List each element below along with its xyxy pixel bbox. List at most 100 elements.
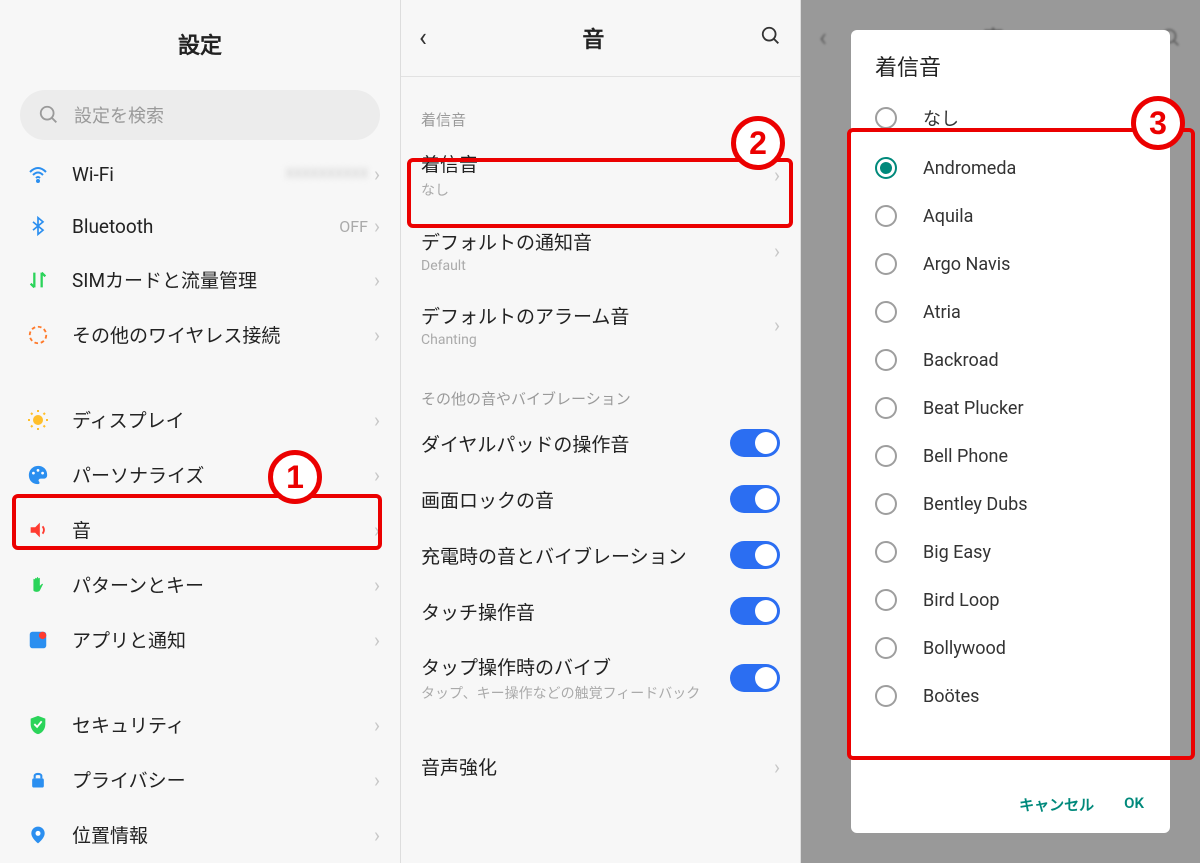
annotation-badge-2: 2 <box>731 116 785 170</box>
settings-item-sim[interactable]: SIMカードと流量管理 › <box>0 252 400 307</box>
settings-item-apps[interactable]: アプリと通知 › <box>0 612 400 667</box>
chevron-right-icon: › <box>374 713 380 737</box>
ringtone-option[interactable]: Beat Plucker <box>851 384 1170 432</box>
apps-icon <box>27 629 49 651</box>
chevron-right-icon: › <box>374 162 380 186</box>
annotation-badge-3: 3 <box>1131 96 1185 150</box>
radio-icon <box>875 107 897 129</box>
ringtone-option[interactable]: Backroad <box>851 336 1170 384</box>
radio-icon <box>875 541 897 563</box>
ringtone-option[interactable]: Atria <box>851 288 1170 336</box>
settings-item-pattern[interactable]: パターンとキー › <box>0 557 400 612</box>
ringtone-option-list: なし Andromeda Aquila Argo Navis Atria Backroad… <box>851 92 1170 780</box>
ringtone-option[interactable]: Argo Navis <box>851 240 1170 288</box>
chevron-right-icon: › <box>374 518 380 542</box>
ringtone-option-label: Boötes <box>923 686 979 707</box>
hand-icon <box>27 574 49 596</box>
radio-icon <box>875 685 897 707</box>
chevron-right-icon: › <box>374 214 380 238</box>
settings-item-location[interactable]: 位置情報 › <box>0 807 400 862</box>
sound-icon <box>27 519 49 541</box>
settings-item-wireless[interactable]: その他のワイヤレス接続 › <box>0 307 400 362</box>
cancel-button[interactable]: キャンセル <box>1019 794 1094 815</box>
ringtone-option-label: Bell Phone <box>923 446 1008 467</box>
ok-button[interactable]: OK <box>1124 794 1144 815</box>
search-icon <box>760 25 782 47</box>
settings-item-bluetooth[interactable]: Bluetooth OFF › <box>0 200 400 252</box>
settings-item-personalize[interactable]: パーソナライズ › <box>0 447 400 502</box>
sound-item-alarm[interactable]: デフォルトのアラーム音 Chanting › <box>401 288 800 362</box>
lock-icon <box>28 769 48 791</box>
settings-item-security[interactable]: セキュリティ › <box>0 697 400 752</box>
settings-panel: 設定 設定を検索 Wi-Fi XXXXXXXXXX › Bluetooth OF… <box>0 0 400 863</box>
radio-icon <box>875 253 897 275</box>
radio-icon <box>875 349 897 371</box>
sim-icon <box>27 269 49 291</box>
page-title: 設定 <box>0 0 400 80</box>
chevron-right-icon: › <box>774 239 780 263</box>
page-title: 音 <box>427 22 760 54</box>
sound-item-charge[interactable]: 充電時の音とバイブレーション <box>401 527 800 583</box>
ringtone-option-label: Bentley Dubs <box>923 494 1028 515</box>
ringtone-option[interactable]: Bell Phone <box>851 432 1170 480</box>
ringtone-option-label: Backroad <box>923 350 999 371</box>
radio-icon <box>875 589 897 611</box>
ringtone-option[interactable]: なし <box>851 92 1170 144</box>
toggle-switch[interactable] <box>730 541 780 569</box>
ringtone-option-label: Beat Plucker <box>923 398 1024 419</box>
wifi-icon <box>26 162 50 186</box>
ringtone-option[interactable]: Andromeda <box>851 144 1170 192</box>
personalize-icon <box>27 464 49 486</box>
toggle-switch[interactable] <box>730 429 780 457</box>
sound-item-notification[interactable]: デフォルトの通知音 Default › <box>401 214 800 288</box>
ringtone-option-label: なし <box>923 105 959 131</box>
sound-item-dialpad[interactable]: ダイヤルパッドの操作音 <box>401 415 800 471</box>
ringtone-option[interactable]: Boötes <box>851 672 1170 720</box>
settings-item-privacy[interactable]: プライバシー › <box>0 752 400 807</box>
radio-icon <box>875 445 897 467</box>
search-input[interactable]: 設定を検索 <box>20 90 380 140</box>
ringtone-option-label: Andromeda <box>923 158 1016 179</box>
radio-icon <box>875 157 897 179</box>
toggle-switch[interactable] <box>730 597 780 625</box>
sound-item-touch[interactable]: タッチ操作音 <box>401 583 800 639</box>
shield-icon <box>27 714 49 736</box>
ringtone-option[interactable]: Bird Loop <box>851 576 1170 624</box>
radio-icon <box>875 493 897 515</box>
settings-item-display[interactable]: ディスプレイ › <box>0 392 400 447</box>
chevron-right-icon: › <box>774 163 780 187</box>
sound-item-haptic[interactable]: タップ操作時のバイブ タップ、キー操作などの触覚フィードバック <box>401 639 800 717</box>
ringtone-option-label: Bollywood <box>923 638 1006 659</box>
wireless-icon <box>27 324 49 346</box>
radio-icon <box>875 397 897 419</box>
chevron-right-icon: › <box>774 755 780 779</box>
sound-item-screenlock[interactable]: 画面ロックの音 <box>401 471 800 527</box>
sound-item-enhance[interactable]: 音声強化 › <box>401 739 800 794</box>
ringtone-option[interactable]: Aquila <box>851 192 1170 240</box>
radio-icon <box>875 637 897 659</box>
back-button[interactable]: ‹ <box>419 23 427 53</box>
chevron-right-icon: › <box>374 823 380 847</box>
ringtone-option-label: Argo Navis <box>923 254 1010 275</box>
settings-item-wifi[interactable]: Wi-Fi XXXXXXXXXX › <box>0 148 400 200</box>
search-button[interactable] <box>760 25 782 51</box>
ringtone-option[interactable]: Big Easy <box>851 528 1170 576</box>
toggle-switch[interactable] <box>730 664 780 692</box>
chevron-right-icon: › <box>374 463 380 487</box>
chevron-right-icon: › <box>374 628 380 652</box>
dialog-title: 着信音 <box>851 50 1170 92</box>
ringtone-option-label: Bird Loop <box>923 590 999 611</box>
ringtone-option[interactable]: Bentley Dubs <box>851 480 1170 528</box>
annotation-badge-1: 1 <box>268 450 322 504</box>
radio-icon <box>875 205 897 227</box>
sound-panel: ‹ 音 着信音 着信音 なし › デフォルトの通知音 Default › デフォ… <box>400 0 800 863</box>
ringtone-option[interactable]: Bollywood <box>851 624 1170 672</box>
chevron-right-icon: › <box>374 268 380 292</box>
toggle-switch[interactable] <box>730 485 780 513</box>
chevron-right-icon: › <box>374 323 380 347</box>
chevron-right-icon: › <box>374 408 380 432</box>
settings-item-sound[interactable]: 音 › <box>0 502 400 557</box>
display-icon <box>26 408 50 432</box>
bluetooth-icon <box>28 214 48 238</box>
ringtone-dialog-panel: ‹ 音 着信音 なしAndromedaAquilaArgo NavisAtria… <box>800 0 1200 863</box>
